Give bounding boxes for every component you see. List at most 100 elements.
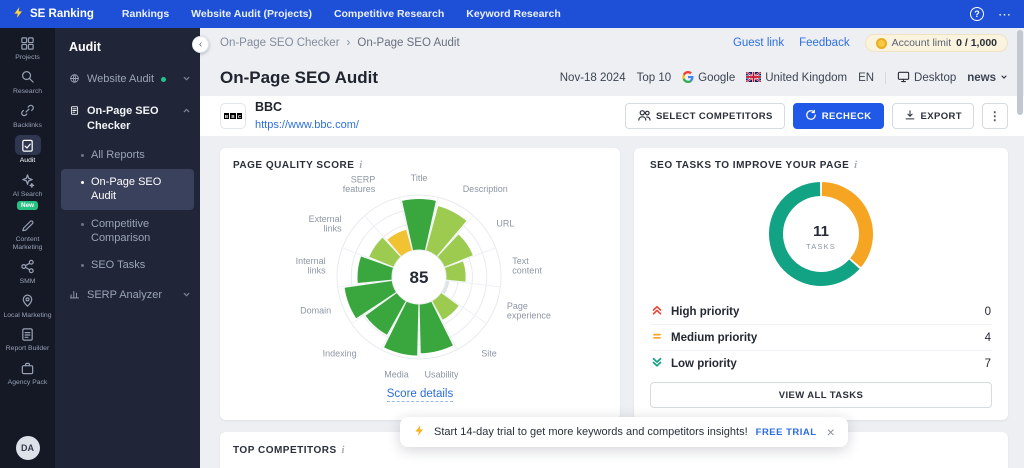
smm-icon <box>16 258 40 276</box>
divider <box>885 72 886 84</box>
topbar-nav-keyword-research[interactable]: Keyword Research <box>466 8 561 20</box>
priority-list: High priority0Medium priority4Low priori… <box>650 299 992 376</box>
language[interactable]: EN <box>858 72 874 84</box>
rail-item-ai-search[interactable]: AI SearchNew <box>0 168 55 213</box>
main-content: On-Page SEO Checker › On-Page SEO Audit … <box>200 28 1024 468</box>
grid-icon <box>16 34 40 52</box>
kebab-menu-button[interactable]: ⋮ <box>982 103 1008 129</box>
topbar-nav: Rankings Website Audit (Projects) Competit… <box>122 8 561 20</box>
seo-tasks-donut-chart: 11 TASKS <box>762 175 880 293</box>
info-icon[interactable]: i <box>342 445 345 456</box>
top-depth[interactable]: Top 10 <box>637 72 672 84</box>
svg-text:Indexing: Indexing <box>323 348 357 358</box>
bullet-icon <box>81 181 84 184</box>
monitor-icon <box>897 70 910 86</box>
sidebar-item-seo-tasks[interactable]: SEO Tasks <box>61 252 194 278</box>
topbar-nav-website-audit-projects[interactable]: Website Audit (Projects) <box>191 8 312 20</box>
svg-text:TASKS: TASKS <box>806 242 836 251</box>
doc-icon <box>69 105 80 120</box>
svg-text:Pageexperience: Pageexperience <box>507 301 551 321</box>
rail-item-local-marketing[interactable]: Local Marketing <box>0 289 55 323</box>
serp-icon <box>69 289 80 304</box>
report-date[interactable]: Nov-18 2024 <box>560 72 626 84</box>
chevron-down-icon <box>1000 72 1008 84</box>
sidebar: Audit Website AuditOn-Page SEO CheckerAl… <box>55 28 200 468</box>
sidebar-item-website-audit[interactable]: Website Audit <box>55 64 200 96</box>
topbar-nav-rankings[interactable]: Rankings <box>122 8 169 20</box>
people-icon <box>637 108 651 125</box>
site-url-link[interactable]: https://www.bbc.com/ <box>255 119 359 131</box>
report-settings: Nov-18 2024 Top 10 Google United Kingdom… <box>560 70 1008 86</box>
account-limit-pill[interactable]: Account limit 0 / 1,000 <box>865 34 1008 52</box>
page-scrollbar[interactable] <box>1017 30 1023 466</box>
svg-text:Textcontent: Textcontent <box>512 256 542 276</box>
rail-item-research[interactable]: Research <box>0 65 55 99</box>
site-name: BBC <box>255 100 359 115</box>
country-selector[interactable]: United Kingdom <box>746 72 847 85</box>
refresh-icon <box>805 109 817 124</box>
sidebar-item-on-page-seo-audit[interactable]: On-Page SEO Audit <box>61 169 194 210</box>
svg-text:SERPfeatures: SERPfeatures <box>343 174 376 194</box>
site-favicon: BBC <box>220 103 246 129</box>
rail-item-backlinks[interactable]: Backlinks <box>0 99 55 133</box>
page-title: On-Page SEO Audit <box>220 68 378 88</box>
chevron-down-icon <box>182 73 191 87</box>
select-competitors-button[interactable]: SELECT COMPETITORS <box>625 103 785 129</box>
priority-row-medium-priority: Medium priority4 <box>650 324 992 350</box>
svg-text:11: 11 <box>813 223 829 240</box>
info-icon[interactable]: i <box>854 160 857 171</box>
help-icon[interactable]: ? <box>970 7 984 21</box>
bolt-logo-icon <box>12 6 25 22</box>
breadcrumb-separator-icon: › <box>347 37 351 49</box>
rail-item-content-marketing[interactable]: Content Marketing <box>0 213 55 255</box>
breadcrumb-parent[interactable]: On-Page SEO Checker <box>220 37 340 49</box>
brand[interactable]: SE Ranking <box>12 6 94 22</box>
page-quality-score-card: PAGE QUALITY SCORE i 85TitleDescriptionU… <box>220 148 620 420</box>
recheck-button[interactable]: RECHECK <box>793 103 884 129</box>
search-engine[interactable]: Google <box>682 71 735 86</box>
user-avatar[interactable]: DA <box>16 436 40 460</box>
topbar-nav-competitive-research[interactable]: Competitive Research <box>334 8 444 20</box>
sidebar-item-competitive-comparison[interactable]: Competitive Comparison <box>61 211 194 252</box>
sidebar-item-all-reports[interactable]: All Reports <box>61 142 194 168</box>
google-icon <box>682 71 694 86</box>
rail-item-report-builder[interactable]: Report Builder <box>0 322 55 356</box>
export-button[interactable]: EXPORT <box>892 103 974 129</box>
export-icon <box>904 109 916 124</box>
toast-text: Start 14-day trial to get more keywords … <box>434 426 748 438</box>
score-details-link[interactable]: Score details <box>387 388 453 402</box>
rail-item-smm[interactable]: SMM <box>0 255 55 289</box>
rail-item-agency-pack[interactable]: Agency Pack <box>0 356 55 390</box>
account-limit-label: Account limit <box>892 37 952 49</box>
sparkle-icon <box>16 171 40 189</box>
content-icon <box>16 216 40 234</box>
sidebar-collapse-button[interactable]: ‹ <box>192 36 209 53</box>
free-trial-link[interactable]: FREE TRIAL <box>756 427 817 438</box>
account-limit-value: 0 / 1,000 <box>956 37 997 49</box>
guest-link[interactable]: Guest link <box>733 37 784 49</box>
scrollbar-thumb[interactable] <box>1017 30 1023 115</box>
topbar-right: ? ⋯ <box>970 7 1012 21</box>
sidebar-item-on-page-seo-checker[interactable]: On-Page SEO Checker <box>55 96 200 141</box>
cards-row: PAGE QUALITY SCORE i 85TitleDescriptionU… <box>200 136 1024 420</box>
svg-text:Title: Title <box>411 173 428 183</box>
keyword-selector[interactable]: news <box>967 72 1008 84</box>
device-selector[interactable]: Desktop <box>897 70 956 86</box>
view-all-tasks-button[interactable]: VIEW ALL TASKS <box>650 382 992 408</box>
topbar: SE Ranking Rankings Website Audit (Projec… <box>0 0 1024 28</box>
rail-item-projects[interactable]: Projects <box>0 31 55 65</box>
priority-row-low-priority: Low priority7 <box>650 350 992 376</box>
rail-item-audit[interactable]: Audit <box>0 132 55 168</box>
coin-icon <box>876 38 887 49</box>
more-options-icon[interactable]: ⋯ <box>998 8 1012 21</box>
app: SE Ranking Rankings Website Audit (Projec… <box>0 0 1024 468</box>
info-icon[interactable]: i <box>359 160 362 171</box>
close-icon[interactable]: × <box>827 425 835 439</box>
sidebar-list: Website AuditOn-Page SEO CheckerAll Repo… <box>55 64 200 312</box>
sidebar-item-serp-analyzer[interactable]: SERP Analyzer <box>55 280 200 312</box>
sidebar-title: Audit <box>55 38 200 64</box>
svg-text:Media: Media <box>384 369 409 379</box>
seo-tasks-card: SEO TASKS TO IMPROVE YOUR PAGE i 11TASKS… <box>634 148 1008 420</box>
page-quality-score-chart: 85TitleDescriptionURLTextcontentPageexpe… <box>233 171 605 383</box>
feedback-link[interactable]: Feedback <box>799 37 850 49</box>
